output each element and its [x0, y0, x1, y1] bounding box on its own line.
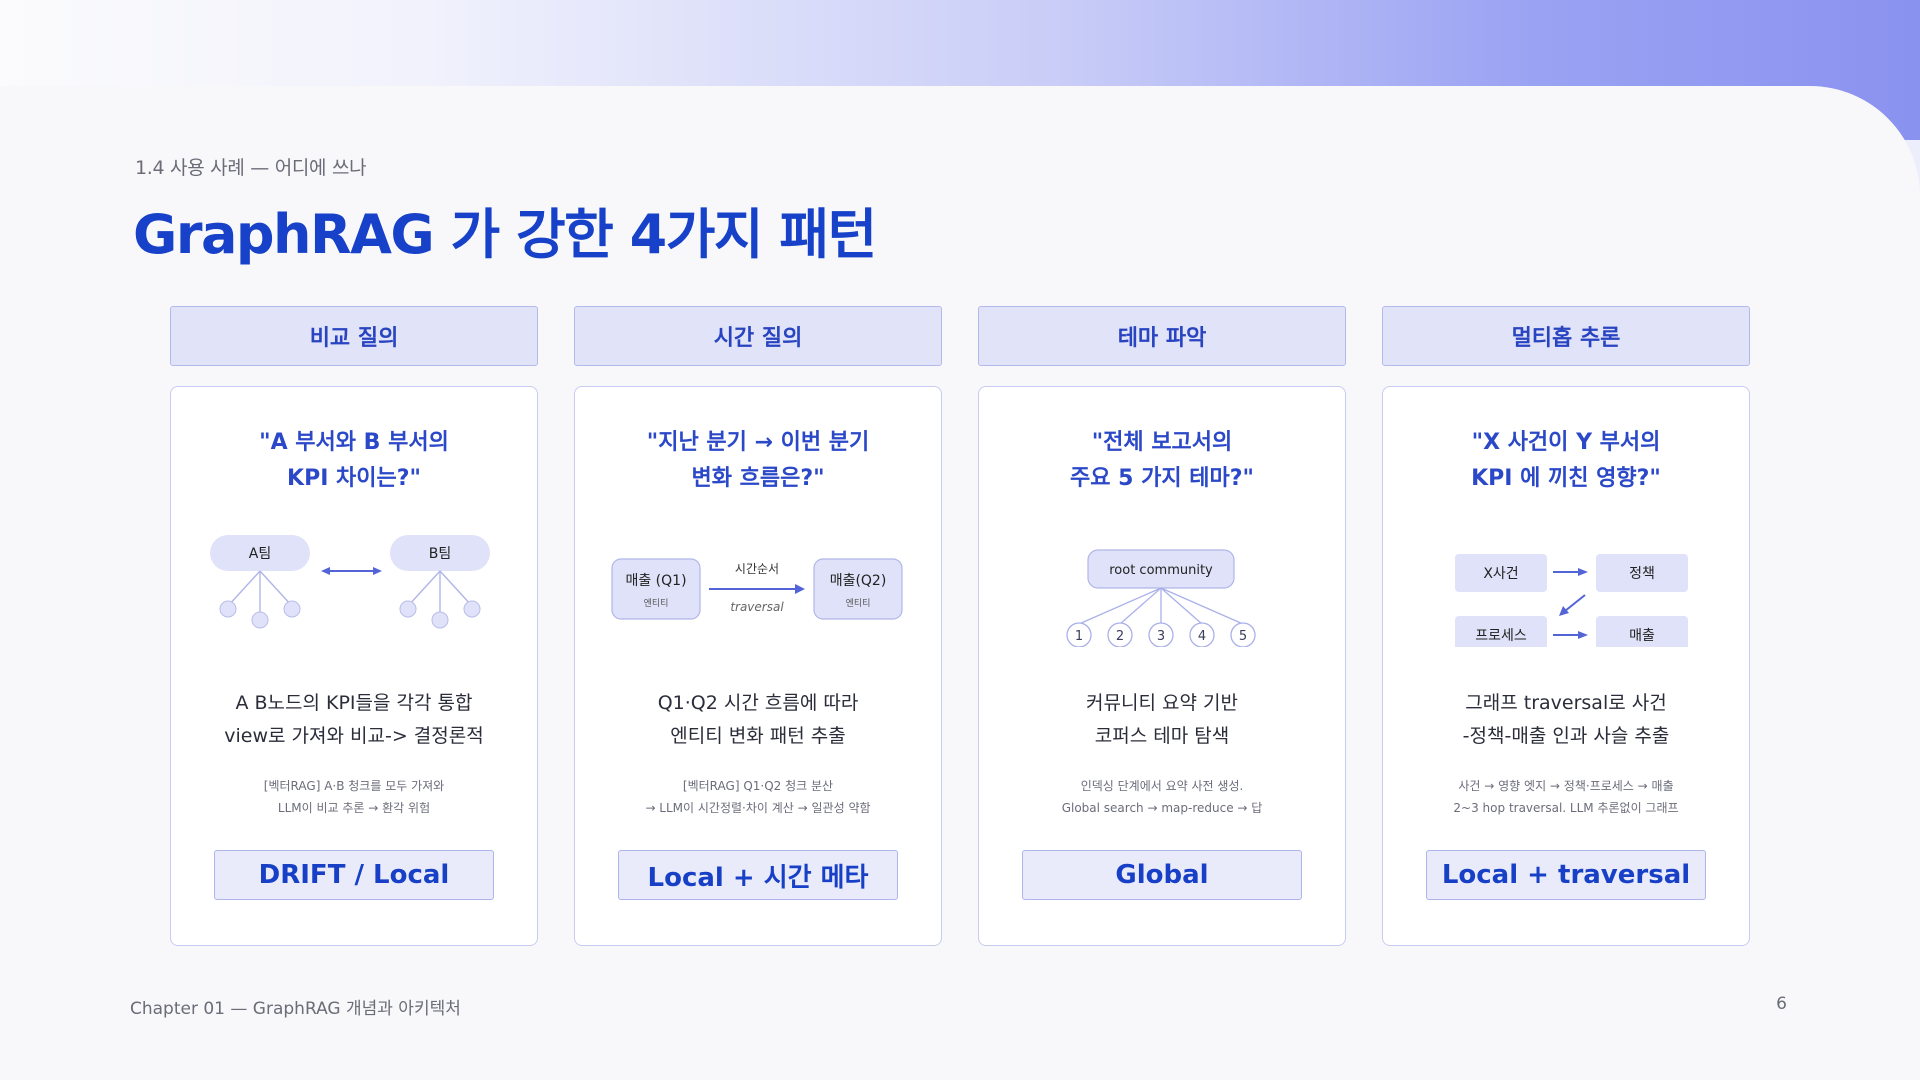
column-comparison: 비교 질의 "A 부서와 B 부서의 KPI 차이는?" A팀 B팀 A B노드…	[170, 306, 538, 946]
arrow-right-icon	[1553, 568, 1588, 576]
description-line: -정책-매출 인과 사슬 추출	[1462, 725, 1670, 747]
root-community-label: root community	[1109, 563, 1213, 578]
arrow-diagonal-icon	[1559, 594, 1586, 616]
temporal-diagram: 매출 (Q1) 엔티티 매출(Q2) 엔티티 시간순서 traversal	[611, 558, 903, 620]
node-process-label: 프로세스	[1475, 628, 1527, 644]
arrow-right-icon	[1553, 631, 1588, 639]
team-a-edges	[227, 570, 293, 617]
vector-rag-note: [벡터RAG] Q1·Q2 청크 분산 → LLM이 시간정렬·차이 계산 → …	[575, 775, 941, 819]
multihop-diagram: X사건 정책 프로세스 매출	[1455, 554, 1688, 647]
section-label: 1.4 사용 사례 — 어디에 쓰나	[135, 157, 367, 179]
node-x-event-label: X사건	[1483, 566, 1518, 582]
column-theme: 테마 파악 "전체 보고서의 주요 5 가지 테마?" root communi…	[978, 306, 1346, 946]
node-sales-label: 매출	[1629, 628, 1655, 644]
node-q2	[813, 558, 903, 620]
node-q1-sub: 엔티티	[644, 598, 669, 609]
compare-arrow-icon	[321, 567, 382, 575]
description-line: 커뮤니티 요약 기반	[1086, 692, 1238, 714]
pattern-card: "X 사건이 Y 부서의 KPI 에 끼친 영향?" X사건 정책 프로세스 매…	[1382, 386, 1750, 946]
page-number: 6	[1776, 994, 1787, 1014]
question-line: KPI 차이는?"	[287, 466, 421, 491]
note-line: → LLM이 시간정렬·차이 계산 → 일관성 약함	[645, 801, 871, 815]
description-line: 그래프 traversal로 사건	[1465, 692, 1667, 714]
question-line: "X 사건이 Y 부서의	[1471, 430, 1661, 455]
note-line: Global search → map-reduce → 답	[1061, 801, 1263, 815]
pattern-description: 그래프 traversal로 사건 -정책-매출 인과 사슬 추출	[1383, 687, 1749, 753]
question-line: KPI 에 끼친 영향?"	[1471, 466, 1661, 491]
description-line: Q1·Q2 시간 흐름에 따라	[657, 692, 859, 714]
question-line: 변화 흐름은?"	[691, 466, 825, 491]
question-line: "전체 보고서의	[1091, 430, 1233, 455]
question-line: 주요 5 가지 테마?"	[1070, 466, 1254, 491]
page-title: GraphRAG 가 강한 4가지 패턴	[133, 203, 877, 266]
node-q1-label: 매출 (Q1)	[625, 573, 686, 589]
search-mode-badge: Local + traversal	[1426, 850, 1706, 900]
community-child-label: 5	[1239, 629, 1247, 644]
node-q1	[611, 558, 701, 620]
node-team-b-label: B팀	[429, 546, 452, 562]
column-header: 비교 질의	[170, 306, 538, 366]
note-line: 2~3 hop traversal. LLM 추론없이 그래프	[1453, 801, 1679, 815]
description-line: view로 가져와 비교-> 결정론적	[224, 725, 484, 747]
question-line: "지난 분기 → 이번 분기	[646, 430, 870, 455]
search-mode-badge: Local + 시간 메타	[618, 850, 898, 900]
pattern-card: "전체 보고서의 주요 5 가지 테마?" root community 1 2…	[978, 386, 1346, 946]
example-question: "A 부서와 B 부서의 KPI 차이는?"	[171, 425, 537, 497]
community-diagram: root community 1 2 3 4 5	[1066, 549, 1256, 647]
node-q2-label: 매출(Q2)	[830, 573, 887, 589]
example-question: "지난 분기 → 이번 분기 변화 흐름은?"	[575, 425, 941, 497]
community-edges	[1078, 587, 1244, 625]
node-team-a-label: A팀	[249, 546, 271, 562]
note-line: 사건 → 영향 엣지 → 정책·프로세스 → 매출	[1458, 779, 1674, 793]
vector-rag-note: 사건 → 영향 엣지 → 정책·프로세스 → 매출 2~3 hop traver…	[1383, 775, 1749, 819]
description-line: A B노드의 KPI들을 각각 통합	[235, 692, 473, 714]
node-q2-sub: 엔티티	[846, 598, 871, 609]
community-child-label: 4	[1198, 629, 1206, 644]
community-child-label: 1	[1075, 629, 1083, 644]
vector-rag-note: 인덱싱 단계에서 요약 사전 생성. Global search → map-r…	[979, 775, 1345, 819]
pattern-card: "지난 분기 → 이번 분기 변화 흐름은?" 매출 (Q1) 엔티티 매출(Q…	[574, 386, 942, 946]
team-b-edges	[407, 570, 473, 617]
question-line: "A 부서와 B 부서의	[259, 430, 449, 455]
footer-chapter: Chapter 01 — GraphRAG 개념과 아키텍처	[130, 999, 461, 1019]
search-mode-badge: Global	[1022, 850, 1302, 900]
example-question: "전체 보고서의 주요 5 가지 테마?"	[979, 425, 1345, 497]
community-child-label: 3	[1157, 629, 1165, 644]
pattern-description: A B노드의 KPI들을 각각 통합 view로 가져와 비교-> 결정론적	[171, 687, 537, 753]
pattern-description: 커뮤니티 요약 기반 코퍼스 테마 탐색	[979, 687, 1345, 753]
search-mode-badge: DRIFT / Local	[214, 850, 494, 900]
column-multihop: 멀티홉 추론 "X 사건이 Y 부서의 KPI 에 끼친 영향?" X사건 정책…	[1382, 306, 1750, 946]
vector-rag-note: [벡터RAG] A·B 청크를 모두 가져와 LLM이 비교 추론 → 환각 위…	[171, 775, 537, 819]
note-line: LLM이 비교 추론 → 환각 위험	[277, 801, 431, 815]
column-header: 테마 파악	[978, 306, 1346, 366]
column-temporal: 시간 질의 "지난 분기 → 이번 분기 변화 흐름은?" 매출 (Q1) 엔티…	[574, 306, 942, 946]
note-line: [벡터RAG] Q1·Q2 청크 분산	[682, 779, 834, 793]
comparison-diagram: A팀 B팀	[210, 535, 490, 629]
description-line: 엔티티 변화 패턴 추출	[670, 725, 846, 747]
description-line: 코퍼스 테마 탐색	[1094, 725, 1230, 747]
time-arrow-icon	[709, 584, 805, 594]
edge-bottom-label: traversal	[730, 600, 784, 614]
column-header: 시간 질의	[574, 306, 942, 366]
note-line: [벡터RAG] A·B 청크를 모두 가져와	[263, 779, 445, 793]
note-line: 인덱싱 단계에서 요약 사전 생성.	[1080, 779, 1244, 793]
pattern-card: "A 부서와 B 부서의 KPI 차이는?" A팀 B팀 A B노드의 KPI들…	[170, 386, 538, 946]
pattern-description: Q1·Q2 시간 흐름에 따라 엔티티 변화 패턴 추출	[575, 687, 941, 753]
node-policy-label: 정책	[1629, 566, 1655, 582]
column-header: 멀티홉 추론	[1382, 306, 1750, 366]
community-child-label: 2	[1116, 629, 1124, 644]
example-question: "X 사건이 Y 부서의 KPI 에 끼친 영향?"	[1383, 425, 1749, 497]
edge-top-label: 시간순서	[735, 562, 779, 576]
